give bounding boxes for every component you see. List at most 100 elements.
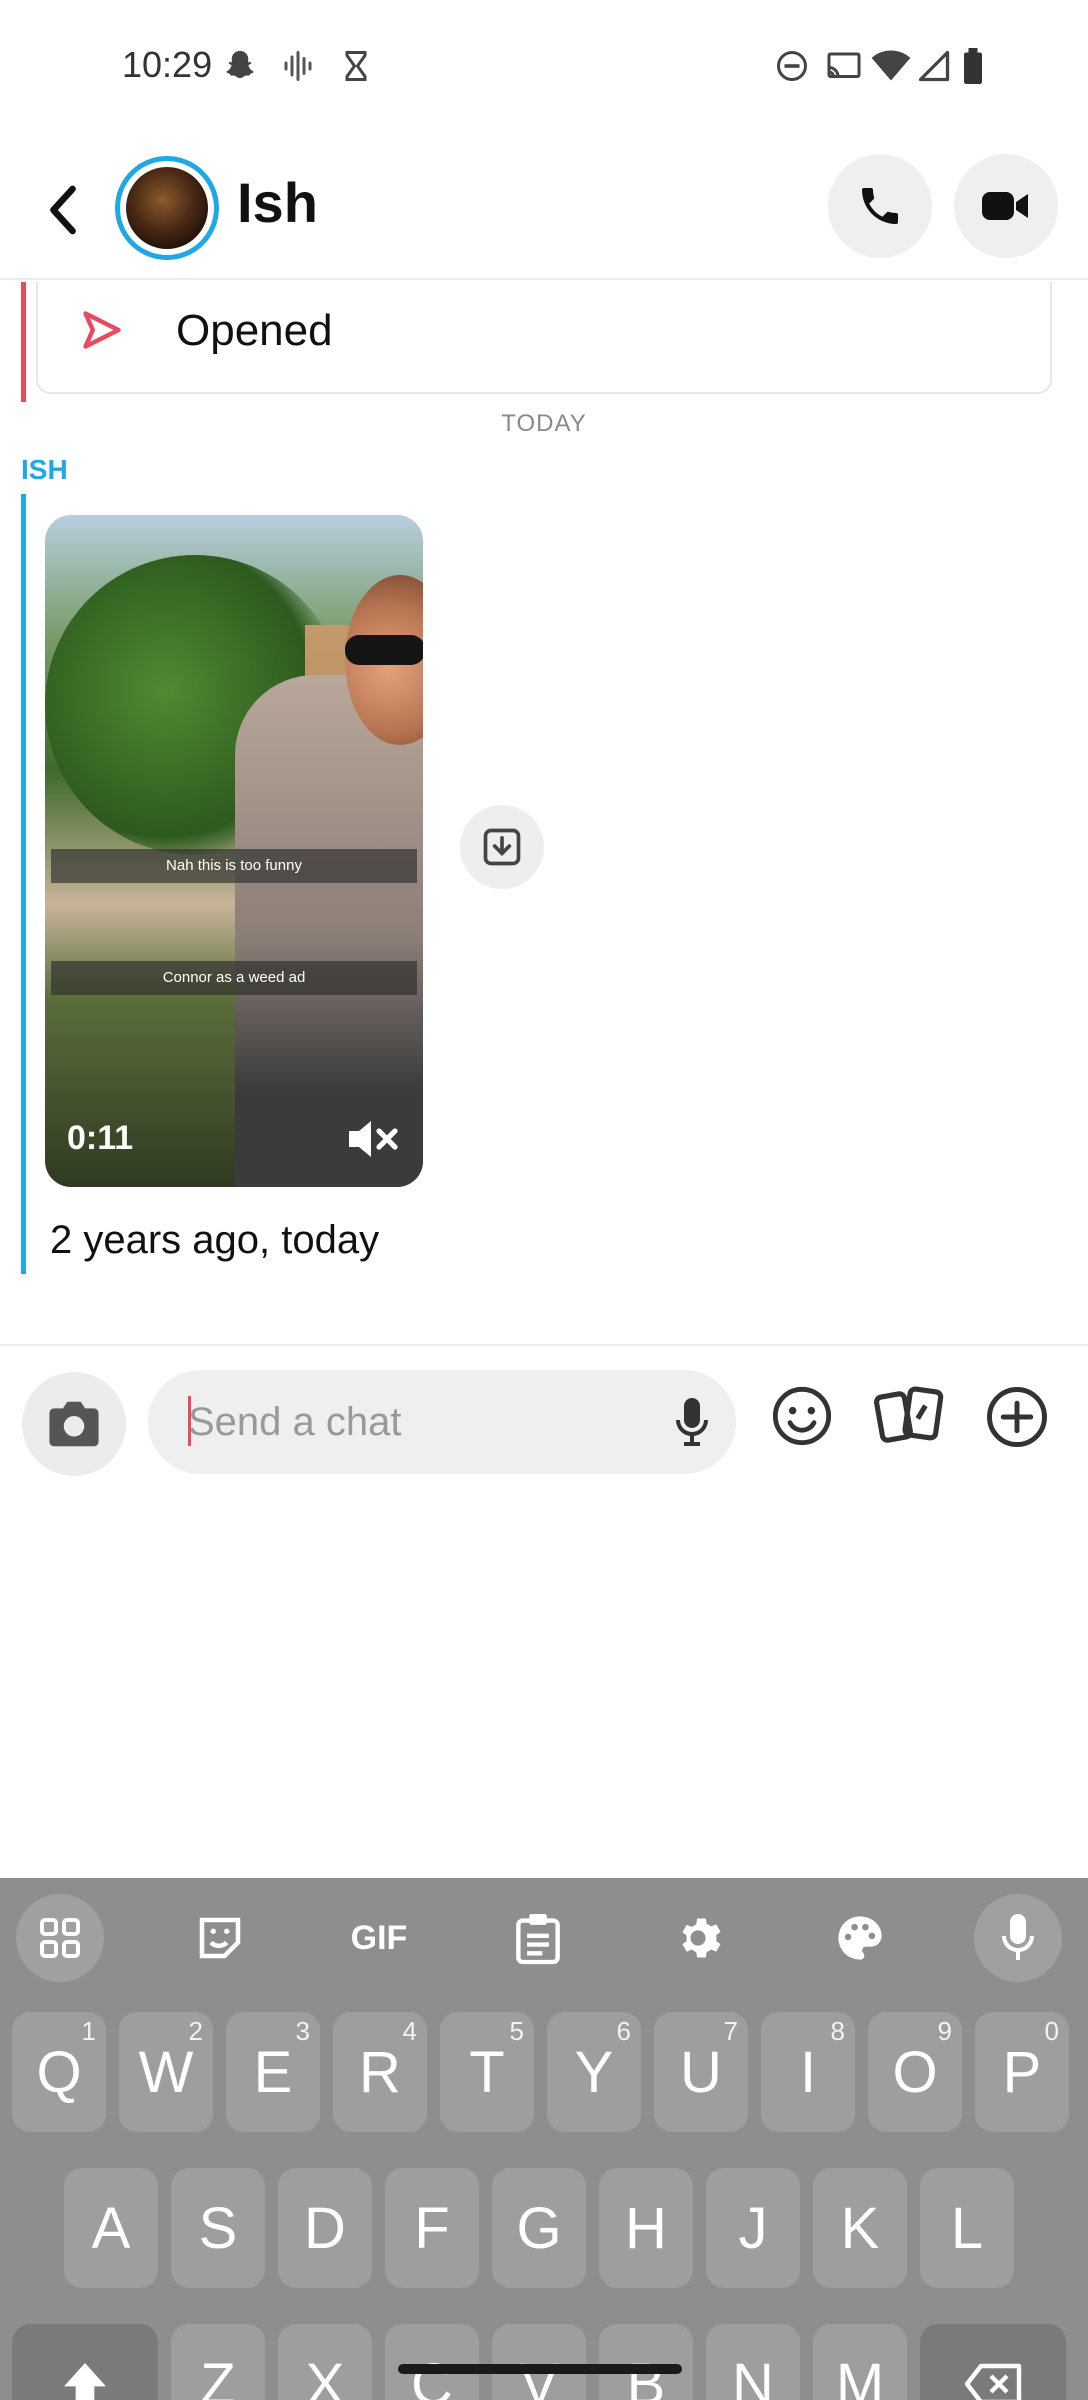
key-label: R xyxy=(359,2039,401,2105)
snap-caption-1: Nah this is too funny xyxy=(51,849,417,883)
gif-button[interactable]: GIF xyxy=(344,1908,414,1968)
key-label: E xyxy=(253,2039,293,2105)
sent-arrow-icon xyxy=(80,308,124,357)
key-g[interactable]: G xyxy=(492,2168,586,2288)
key-c[interactable]: C xyxy=(385,2324,479,2400)
opened-status-card: Opened xyxy=(36,282,1052,394)
avatar-image xyxy=(126,167,208,249)
key-x[interactable]: X xyxy=(278,2324,372,2400)
cards-icon[interactable] xyxy=(874,1384,946,1453)
muted-speaker-icon[interactable] xyxy=(345,1117,401,1166)
key-k[interactable]: K xyxy=(813,2168,907,2288)
snapchat-ghost-icon xyxy=(222,48,258,89)
battery-icon xyxy=(960,48,986,89)
key-y[interactable]: Y6 xyxy=(547,2012,641,2132)
key-n[interactable]: N xyxy=(706,2324,800,2400)
sender-label: ISH xyxy=(21,454,68,485)
palette-icon[interactable] xyxy=(830,1908,890,1968)
key-hint: 6 xyxy=(616,2016,631,2046)
date-separator: TODAY xyxy=(501,410,587,437)
key-o[interactable]: O9 xyxy=(868,2012,962,2132)
cast-icon xyxy=(824,48,864,89)
snap-caption-2: Connor as a weed ad xyxy=(51,961,417,995)
key-label: Q xyxy=(36,2039,82,2105)
key-d[interactable]: D xyxy=(278,2168,372,2288)
back-button[interactable] xyxy=(40,180,86,240)
shift-key[interactable] xyxy=(12,2324,158,2400)
soft-keyboard: GIF Q1 W2 E3 R4 T5 Y6 U7 I8 O9 P0 A S D … xyxy=(0,1878,1088,2400)
clipboard-icon[interactable] xyxy=(508,1908,568,1968)
do-not-disturb-icon xyxy=(774,48,810,89)
key-v[interactable]: V xyxy=(492,2324,586,2400)
key-b[interactable]: B xyxy=(599,2324,693,2400)
backspace-key[interactable] xyxy=(920,2324,1066,2400)
key-label: Y xyxy=(574,2039,614,2105)
key-m[interactable]: M xyxy=(813,2324,907,2400)
key-q[interactable]: Q1 xyxy=(12,2012,106,2132)
chat-input[interactable] xyxy=(188,1392,648,1452)
backspace-icon xyxy=(964,2363,1022,2400)
smiley-icon[interactable] xyxy=(770,1384,834,1453)
sticker-icon[interactable] xyxy=(190,1908,250,1968)
key-p[interactable]: P0 xyxy=(975,2012,1069,2132)
key-u[interactable]: U7 xyxy=(654,2012,748,2132)
save-in-chat-button[interactable] xyxy=(460,805,544,889)
memory-caption: 2 years ago, today xyxy=(50,1218,380,1262)
key-f[interactable]: F xyxy=(385,2168,479,2288)
shift-arrow-icon xyxy=(64,2363,106,2400)
opened-status-text: Opened xyxy=(176,306,333,355)
key-hint: 3 xyxy=(295,2016,310,2046)
text-cursor xyxy=(188,1396,191,1446)
key-label: W xyxy=(138,2039,194,2105)
key-label: P xyxy=(1002,2039,1042,2105)
home-indicator[interactable] xyxy=(398,2364,682,2374)
key-s[interactable]: S xyxy=(171,2168,265,2288)
key-j[interactable]: J xyxy=(706,2168,800,2288)
opened-accent-bar xyxy=(21,282,26,402)
key-w[interactable]: W2 xyxy=(119,2012,213,2132)
microphone-icon[interactable] xyxy=(672,1396,712,1453)
key-z[interactable]: Z xyxy=(171,2324,265,2400)
settings-gear-icon[interactable] xyxy=(668,1908,728,1968)
keyboard-toolbar: GIF xyxy=(0,1878,1088,1998)
friend-avatar[interactable] xyxy=(115,156,219,260)
key-hint: 8 xyxy=(830,2016,845,2046)
key-t[interactable]: T5 xyxy=(440,2012,534,2132)
key-label: I xyxy=(799,2039,817,2105)
keyboard-microphone-icon[interactable] xyxy=(988,1908,1048,1968)
key-label: U xyxy=(680,2039,722,2105)
key-hint: 9 xyxy=(937,2016,952,2046)
key-i[interactable]: I8 xyxy=(761,2012,855,2132)
status-time: 10:29 xyxy=(122,44,213,85)
key-e[interactable]: E3 xyxy=(226,2012,320,2132)
chat-header: Ish xyxy=(0,140,1088,280)
video-camera-icon xyxy=(982,192,1028,220)
key-h[interactable]: H xyxy=(599,2168,693,2288)
chat-input-container[interactable] xyxy=(148,1370,736,1474)
key-hint: 2 xyxy=(188,2016,203,2046)
key-l[interactable]: L xyxy=(920,2168,1014,2288)
key-hint: 5 xyxy=(509,2016,524,2046)
plus-circle-icon[interactable] xyxy=(984,1384,1050,1455)
video-call-button[interactable] xyxy=(954,154,1058,258)
video-duration: 0:11 xyxy=(67,1119,134,1157)
key-hint: 0 xyxy=(1044,2016,1059,2046)
composer-divider xyxy=(0,1344,1088,1346)
friend-name[interactable]: Ish xyxy=(237,170,318,235)
camera-button[interactable] xyxy=(22,1372,126,1476)
key-label: O xyxy=(892,2039,938,2105)
key-hint: 4 xyxy=(402,2016,417,2046)
key-a[interactable]: A xyxy=(64,2168,158,2288)
save-to-chat-icon xyxy=(483,828,521,866)
message-accent-bar xyxy=(21,494,26,1274)
apps-grid-icon[interactable] xyxy=(30,1908,90,1968)
key-hint: 7 xyxy=(723,2016,738,2046)
chevron-left-icon xyxy=(50,185,76,235)
status-bar: 10:29 xyxy=(0,0,1088,135)
key-r[interactable]: R4 xyxy=(333,2012,427,2132)
snap-video-thumbnail[interactable]: Nah this is too funny Connor as a weed a… xyxy=(45,515,423,1187)
voice-call-button[interactable] xyxy=(828,154,932,258)
media-person xyxy=(235,675,423,1187)
camera-icon xyxy=(49,1401,99,1447)
hourglass-icon xyxy=(338,48,374,89)
